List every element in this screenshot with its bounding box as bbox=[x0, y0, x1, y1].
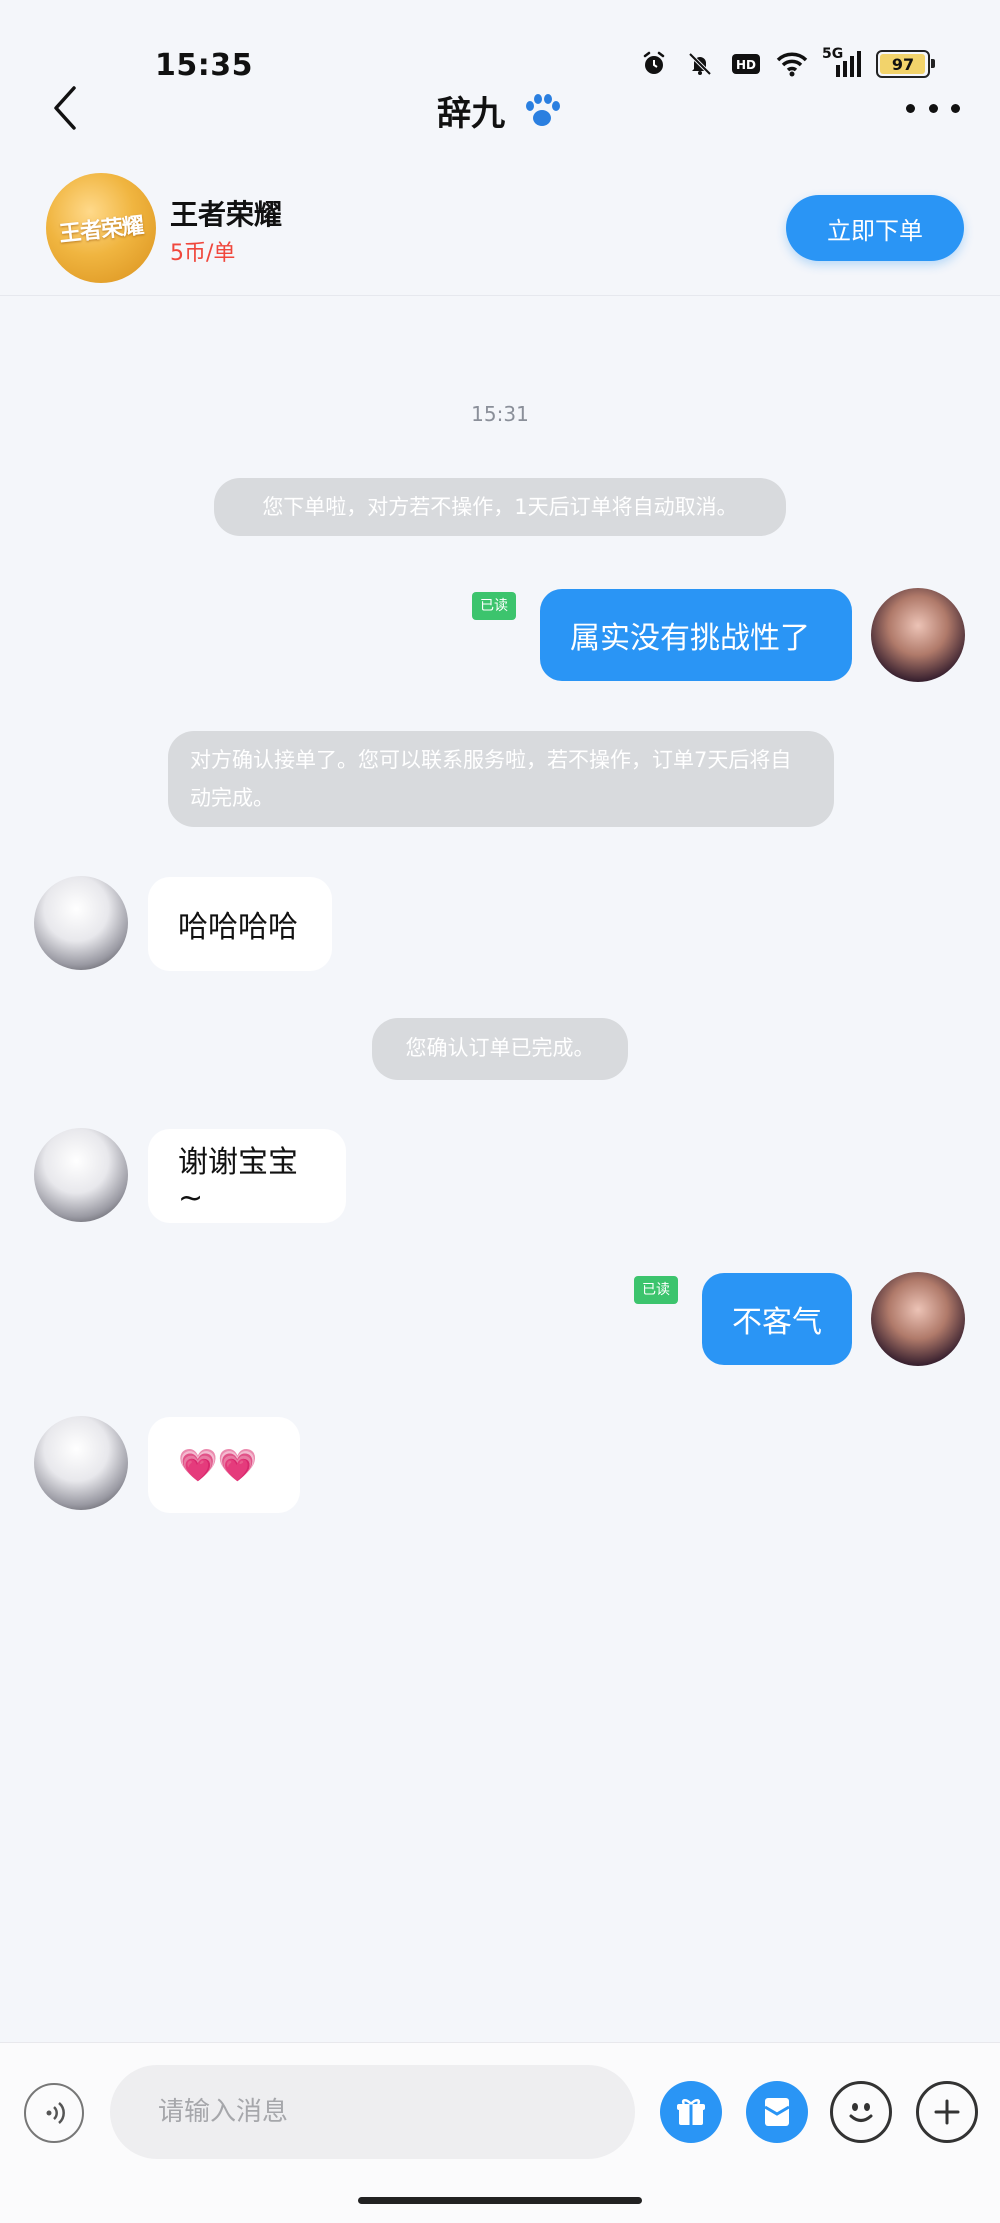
game-order-card: 王者荣耀 王者荣耀 5币/单 立即下单 bbox=[0, 165, 1000, 296]
more-button[interactable] bbox=[906, 96, 960, 120]
system-message: 您确认订单已完成。 bbox=[372, 1018, 628, 1080]
chat-title-text: 辞九 bbox=[437, 94, 506, 134]
voice-button[interactable] bbox=[24, 2083, 84, 2143]
game-name: 王者荣耀 bbox=[170, 198, 283, 231]
emoji-button[interactable] bbox=[830, 2081, 892, 2143]
plus-icon bbox=[934, 2099, 960, 2125]
system-message: 对方确认接单了。您可以联系服务啦，若不操作，订单7天后将自动完成。 bbox=[168, 731, 834, 827]
red-packet-button[interactable] bbox=[746, 2081, 808, 2143]
read-badge: 已读 bbox=[472, 592, 516, 620]
red-packet-icon bbox=[764, 2098, 790, 2126]
message-bubble-received[interactable]: 💗💗 bbox=[148, 1417, 300, 1513]
wifi-icon bbox=[776, 48, 808, 80]
partner-avatar[interactable] bbox=[34, 1128, 128, 1222]
message-bubble-received[interactable]: 哈哈哈哈 bbox=[148, 877, 332, 971]
message-bubble-received[interactable]: 谢谢宝宝~ bbox=[148, 1129, 346, 1223]
system-message: 您下单啦，对方若不操作，1天后订单将自动取消。 bbox=[214, 478, 786, 536]
more-actions-button[interactable] bbox=[916, 2081, 978, 2143]
battery-icon: 97 bbox=[876, 50, 935, 78]
status-icons: HD 5G 97 bbox=[638, 46, 935, 80]
more-dots-icon bbox=[906, 103, 915, 113]
battery-level: 97 bbox=[891, 54, 915, 74]
message-bubble-sent[interactable]: 不客气 bbox=[702, 1273, 852, 1365]
paw-icon bbox=[521, 92, 563, 139]
partner-avatar[interactable] bbox=[34, 1416, 128, 1510]
alarm-icon bbox=[638, 48, 670, 80]
status-time: 15:35 bbox=[155, 48, 253, 83]
message-bubble-sent[interactable]: 属实没有挑战性了 bbox=[540, 589, 852, 681]
message-input[interactable] bbox=[110, 2065, 635, 2159]
svg-text:HD: HD bbox=[736, 58, 756, 72]
voice-icon bbox=[46, 2102, 65, 2124]
my-avatar[interactable] bbox=[871, 1272, 965, 1366]
mute-icon bbox=[684, 48, 716, 80]
game-logo-text: 王者荣耀 bbox=[58, 213, 145, 248]
gift-button[interactable] bbox=[660, 2081, 722, 2143]
partner-avatar[interactable] bbox=[34, 876, 128, 970]
chat-timestamp: 15:31 bbox=[471, 402, 529, 426]
chat-title: 辞九 bbox=[0, 86, 1000, 139]
order-now-button[interactable]: 立即下单 bbox=[786, 195, 964, 261]
message-input-bar bbox=[0, 2042, 1000, 2223]
emoji-icon bbox=[849, 2103, 873, 2122]
read-badge: 已读 bbox=[634, 1276, 678, 1304]
status-bar: 15:35 HD 5G 97 bbox=[0, 0, 1000, 90]
game-logo[interactable]: 王者荣耀 bbox=[46, 173, 156, 283]
gift-icon bbox=[677, 2099, 705, 2125]
network-label: 5G bbox=[822, 46, 844, 62]
hd-icon: HD bbox=[730, 48, 762, 80]
home-indicator[interactable] bbox=[358, 2197, 642, 2204]
more-dot bbox=[928, 103, 938, 113]
game-price: 5币/单 bbox=[170, 241, 236, 266]
my-avatar[interactable] bbox=[871, 588, 965, 682]
more-dot bbox=[951, 103, 960, 113]
signal-icon: 5G bbox=[822, 46, 862, 80]
